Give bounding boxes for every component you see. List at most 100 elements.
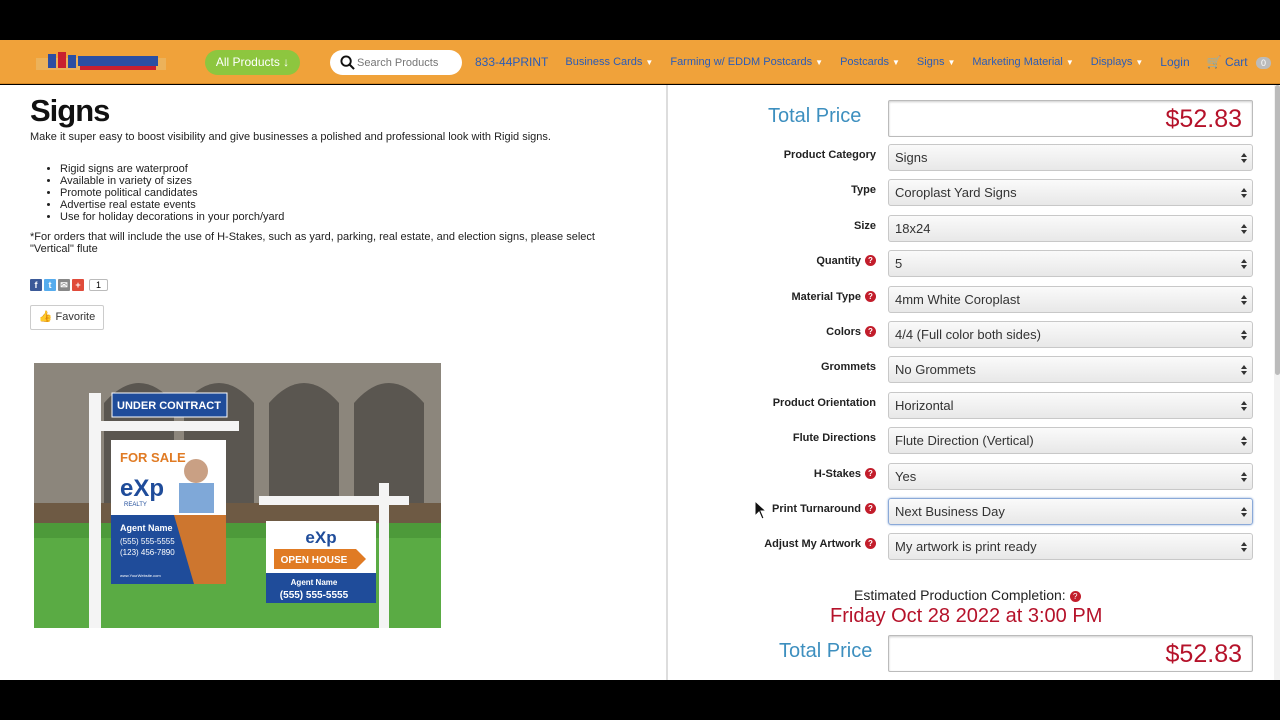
help-icon[interactable]: ? (865, 290, 876, 302)
select-arrows-icon (1241, 188, 1247, 199)
option-label-text: Flute Directions (792, 432, 876, 445)
select-arrows-icon (1241, 400, 1247, 411)
cart-count-badge: 0 (1255, 57, 1271, 69)
nav-business-cards[interactable]: Business Cards ▼ (565, 56, 653, 68)
help-icon[interactable]: ? (865, 255, 876, 267)
option-label: Product Category (784, 149, 876, 161)
help-icon[interactable]: ? (865, 538, 876, 550)
help-icon[interactable]: ? (865, 503, 876, 514)
option-select[interactable]: Coroplast Yard Signs (888, 179, 1253, 207)
nav-farming-eddm[interactable]: Farming w/ EDDM Postcards ▼ (670, 56, 823, 68)
option-select[interactable]: No Grommets (888, 356, 1253, 384)
list-item: Promote political candidates (60, 187, 284, 199)
nav-link-label: Postcards (840, 56, 889, 68)
nav-link-label: Displays (1090, 56, 1133, 68)
mouse-cursor-icon (754, 500, 768, 520)
nav-link-label: Marketing Material (972, 56, 1063, 68)
option-select[interactable]: My artwork is print ready (888, 533, 1253, 561)
option-select[interactable]: Signs (888, 144, 1253, 171)
plus-share-icon[interactable]: + (72, 279, 84, 291)
option-select-value: 18x24 (895, 220, 931, 236)
search-input[interactable] (357, 53, 457, 72)
estimated-completion-text: Estimated Production Completion: (854, 587, 1066, 603)
option-label: Product Orientation (773, 397, 876, 409)
scrollbar-thumb[interactable] (1275, 85, 1280, 375)
site-logo[interactable] (36, 50, 166, 74)
option-select-value: Coroplast Yard Signs (895, 185, 1017, 201)
option-select-value: Next Business Day (895, 504, 1005, 519)
thumbs-up-icon: 👍 (38, 311, 53, 323)
option-label: Size (854, 220, 876, 232)
caret-down-icon: ▼ (1135, 58, 1144, 67)
option-label: Type (851, 184, 876, 196)
favorite-label: Favorite (55, 311, 96, 323)
page-content: Signs Make it super easy to boost visibi… (0, 85, 1280, 680)
option-select-value: Yes (895, 468, 917, 484)
help-icon[interactable]: ? (1069, 591, 1081, 602)
option-select[interactable]: Horizontal (888, 391, 1253, 419)
exp-small-logo-text: eXp (305, 528, 336, 547)
nav-signs[interactable]: Signs ▼ (917, 56, 955, 68)
agent-name-text: Agent Name (120, 523, 173, 533)
website-text: www.YourWebsite.com (120, 573, 161, 578)
search-box[interactable] (330, 50, 462, 75)
exp-logo-text: eXp (120, 475, 164, 502)
option-select-value: No Grommets (895, 362, 976, 378)
option-label: Colors? (826, 326, 876, 338)
under-contract-text: UNDER CONTRACT (117, 400, 221, 412)
top-navigation: All Products ↓ 833-44PRINT Business Card… (0, 40, 1280, 84)
option-label: Grommets (821, 361, 876, 373)
caret-down-icon: ▼ (1065, 58, 1074, 67)
facebook-icon[interactable]: f (30, 279, 42, 291)
estimated-completion-label: Estimated Production Completion:? (854, 587, 1081, 603)
total-price-label-bottom: Total Price (779, 640, 873, 662)
option-label-text: Adjust My Artwork (764, 538, 861, 551)
option-label-text: Quantity (816, 255, 861, 268)
option-label: Print Turnaround? (772, 503, 876, 515)
option-label: Adjust My Artwork? (764, 538, 876, 550)
nav-link-label: Signs (916, 56, 945, 68)
option-select[interactable]: 5 (888, 250, 1253, 278)
option-label: Quantity? (816, 255, 876, 267)
phone1-text: (555) 555-5555 (120, 537, 175, 546)
product-image: UNDER CONTRACT FOR SALE eXp REALTY Agent… (34, 363, 441, 628)
list-item: Advertise real estate events (60, 199, 284, 211)
nav-marketing-material[interactable]: Marketing Material ▼ (972, 56, 1073, 68)
exp-sub-text: REALTY (124, 502, 147, 508)
select-arrows-icon (1241, 259, 1247, 270)
option-select[interactable]: 4/4 (Full color both sides) (888, 321, 1253, 348)
option-select-value: Flute Direction (Vertical) (895, 433, 1034, 449)
nav-postcards[interactable]: Postcards ▼ (840, 56, 900, 68)
help-icon[interactable]: ? (865, 467, 876, 479)
twitter-icon[interactable]: t (44, 279, 56, 291)
option-select[interactable]: 4mm White Coroplast (888, 285, 1253, 313)
open-house-text: OPEN HOUSE (281, 555, 348, 566)
login-link[interactable]: Login (1160, 55, 1189, 69)
phone-link[interactable]: 833-44PRINT (475, 55, 548, 69)
nav-displays[interactable]: Displays ▼ (1091, 56, 1144, 68)
select-arrows-icon (1241, 507, 1247, 517)
select-arrows-icon (1241, 153, 1247, 163)
option-select[interactable]: Next Business Day (888, 498, 1253, 525)
option-label-text: Product Orientation (772, 396, 876, 409)
option-select[interactable]: 18x24 (888, 214, 1253, 242)
select-arrows-icon (1241, 294, 1247, 305)
option-label-text: H-Stakes (813, 467, 861, 480)
search-icon (340, 55, 355, 70)
option-select[interactable]: Yes (888, 462, 1253, 490)
option-select-value: 5 (895, 256, 903, 272)
option-select-value: Signs (895, 150, 928, 165)
video-letterbox-top (0, 0, 1280, 40)
nav-link-label: Farming w/ EDDM Postcards (670, 56, 813, 68)
list-item: Available in variety of sizes (60, 175, 284, 187)
select-arrows-icon (1241, 471, 1247, 482)
cart-link[interactable]: 🛒 Cart 0 (1207, 55, 1271, 69)
cart-label: Cart (1224, 55, 1248, 69)
option-select[interactable]: Flute Direction (Vertical) (888, 427, 1253, 455)
all-products-button[interactable]: All Products ↓ (205, 50, 300, 75)
list-item: Use for holiday decorations in your porc… (60, 211, 284, 223)
favorite-button[interactable]: 👍 Favorite (30, 305, 104, 330)
help-icon[interactable]: ? (865, 326, 876, 337)
total-price-box-top: $52.83 (888, 100, 1253, 137)
email-icon[interactable]: ✉ (58, 279, 70, 291)
